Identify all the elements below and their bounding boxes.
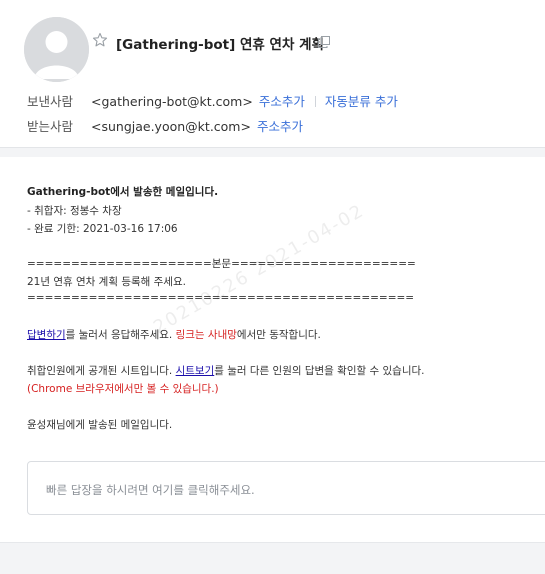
sheet-text: 취합인원에게 공개된 시트입니다.	[27, 365, 176, 377]
intranet-warning: 링크는 사내망	[175, 329, 237, 341]
request-line: 21년 연휴 연차 계획 등록해 주세요.	[27, 276, 186, 288]
footer-bar	[0, 542, 545, 574]
reply-instruction: 답변하기를 눌러서 응답해주세요. 링크는 사내망에서만 동작합니다.	[27, 327, 321, 342]
star-icon[interactable]	[92, 32, 108, 48]
mail-header: [Gathering-bot] 연휴 연차 계획 보낸사람 <gathering-…	[0, 0, 545, 150]
body-separator-bottom: ========================================…	[27, 292, 415, 304]
user-avatar-icon	[24, 17, 89, 82]
chrome-note: (Chrome 브라우저에서만 볼 수 있습니다.)	[27, 383, 219, 395]
sheet-text-end: 를 눌러 다른 인원의 답변을 확인할 수 있습니다.	[214, 365, 425, 377]
body-separator-top: =====================본문=================…	[27, 258, 416, 270]
recipient-address[interactable]: <sungjae.yoon@kt.com>	[91, 119, 251, 134]
add-contact-link[interactable]: 주소추가	[257, 119, 303, 134]
quick-reply-box[interactable]: 빠른 답장을 하시려면 여기를 클릭해주세요.	[27, 461, 545, 515]
recipient-row: 받는사람 <sungjae.yoon@kt.com> 주소추가	[27, 116, 303, 135]
quick-reply-placeholder[interactable]: 빠른 답장을 하시려면 여기를 클릭해주세요.	[46, 482, 255, 498]
from-label: 보낸사람	[27, 94, 74, 109]
copy-icon[interactable]	[318, 36, 330, 48]
intro-line: Gathering-bot에서 발송한 메일입니다.	[27, 186, 219, 198]
auto-sort-link[interactable]: 자동분류 추가	[325, 94, 398, 109]
recipient-note: 윤성재님에게 발송된 메일입니다.	[27, 419, 173, 431]
reply-link[interactable]: 답변하기	[27, 329, 66, 341]
deadline-line: - 완료 기한: 2021-03-16 17:06	[27, 223, 178, 235]
reply-text-end: 에서만 동작합니다.	[236, 329, 321, 341]
to-label: 받는사람	[27, 119, 74, 134]
sender-avatar	[24, 17, 89, 82]
view-sheet-link[interactable]: 시트보기	[176, 365, 215, 377]
mail-subject: [Gathering-bot] 연휴 연차 계획	[116, 37, 324, 53]
reply-text: 를 눌러서 응답해주세요.	[65, 329, 176, 341]
divider	[314, 96, 316, 107]
sheet-instruction: 취합인원에게 공개된 시트입니다. 시트보기를 눌러 다른 인원의 답변을 확인…	[27, 363, 424, 378]
add-contact-link[interactable]: 주소추가	[259, 94, 305, 109]
sender-row: 보낸사람 <gathering-bot@kt.com> 주소추가 자동분류 추가	[27, 91, 398, 110]
collector-line: - 취합자: 정봉수 차장	[27, 205, 122, 217]
section-gap	[0, 148, 545, 157]
sender-address[interactable]: <gathering-bot@kt.com>	[91, 94, 253, 109]
